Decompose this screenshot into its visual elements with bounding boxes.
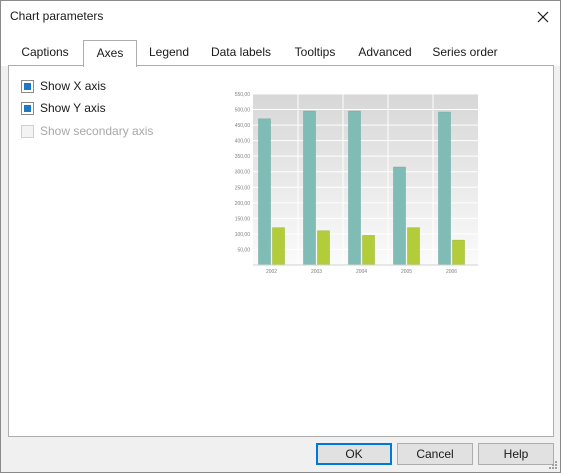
x-tick-label: 2002	[266, 269, 277, 275]
show-x-axis-option[interactable]: Show X axis	[21, 78, 106, 94]
y-tick-label: 500,00	[235, 108, 251, 114]
bar-series-1-2004	[348, 110, 361, 266]
show-x-axis-label: Show X axis	[40, 79, 107, 93]
y-tick-label: 250,00	[235, 185, 251, 191]
bar-series-2-2004	[362, 235, 375, 266]
title-bar: Chart parameters	[1, 1, 560, 33]
checkbox-check-mark	[24, 104, 31, 112]
show-y-axis-checkbox[interactable]	[21, 101, 34, 115]
resize-grip-icon[interactable]	[548, 460, 558, 470]
y-tick-label: 550,00	[235, 92, 251, 98]
y-tick-label: 450,00	[235, 123, 251, 129]
show-secondary-axis-option: Show secondary axis	[21, 123, 153, 139]
chart-preview-svg: 50,00 100,00 150,00 200,00 250,00 300,00 350,0…	[235, 92, 478, 275]
dialog-footer: OK Cancel Help	[1, 438, 560, 472]
bar-series-1-2003	[303, 110, 316, 266]
y-tick-label: 50,00	[237, 247, 250, 253]
axes-tab-panel: Show X axis Show Y axis Show secondary a…	[8, 65, 554, 437]
chart-preview: 50,00 100,00 150,00 200,00 250,00 300,00 350,0…	[222, 88, 480, 278]
tab-captions[interactable]: Captions	[13, 42, 77, 66]
tab-advanced[interactable]: Advanced	[352, 42, 418, 66]
y-tick-label: 200,00	[235, 201, 251, 207]
close-icon	[537, 11, 549, 23]
bar-series-2-2006	[452, 239, 465, 266]
tab-tooltips[interactable]: Tooltips	[286, 42, 344, 66]
show-y-axis-option[interactable]: Show Y axis	[21, 100, 106, 116]
chart-parameters-dialog: Chart parameters Captions Axes Legend Da…	[0, 0, 561, 473]
ok-button[interactable]: OK	[316, 443, 392, 465]
tab-data-labels[interactable]: Data labels	[204, 42, 278, 66]
bar-series-1-2006	[438, 111, 451, 266]
bar-series-2-2002	[272, 227, 285, 266]
y-tick-label: 300,00	[235, 170, 251, 176]
show-x-axis-checkbox[interactable]	[21, 79, 34, 93]
bar-series-1-2005	[393, 166, 406, 266]
tab-axes[interactable]: Axes	[83, 40, 137, 67]
tab-strip: Captions Axes Legend Data labels Tooltip…	[1, 33, 560, 67]
y-tick-label: 150,00	[235, 216, 251, 222]
x-tick-label: 2005	[401, 269, 412, 275]
y-tick-label: 100,00	[235, 232, 251, 238]
y-tick-label: 400,00	[235, 139, 251, 145]
show-secondary-axis-label: Show secondary axis	[40, 124, 154, 138]
x-tick-label: 2006	[446, 269, 457, 275]
bar-series-2-2005	[407, 227, 420, 266]
bar-series-2-2003	[317, 230, 330, 266]
help-button[interactable]: Help	[478, 443, 554, 465]
show-y-axis-label: Show Y axis	[40, 101, 106, 115]
dialog-title: Chart parameters	[10, 9, 104, 23]
checkbox-check-mark	[24, 82, 31, 90]
tab-legend[interactable]: Legend	[141, 42, 197, 66]
bar-series-1-2002	[258, 118, 271, 266]
x-tick-label: 2004	[356, 269, 367, 275]
x-tick-label: 2003	[311, 269, 322, 275]
close-button[interactable]	[528, 3, 558, 31]
cancel-button[interactable]: Cancel	[397, 443, 473, 465]
y-tick-label: 350,00	[235, 154, 251, 160]
tab-series-order[interactable]: Series order	[427, 42, 503, 66]
show-secondary-axis-checkbox	[21, 124, 34, 138]
